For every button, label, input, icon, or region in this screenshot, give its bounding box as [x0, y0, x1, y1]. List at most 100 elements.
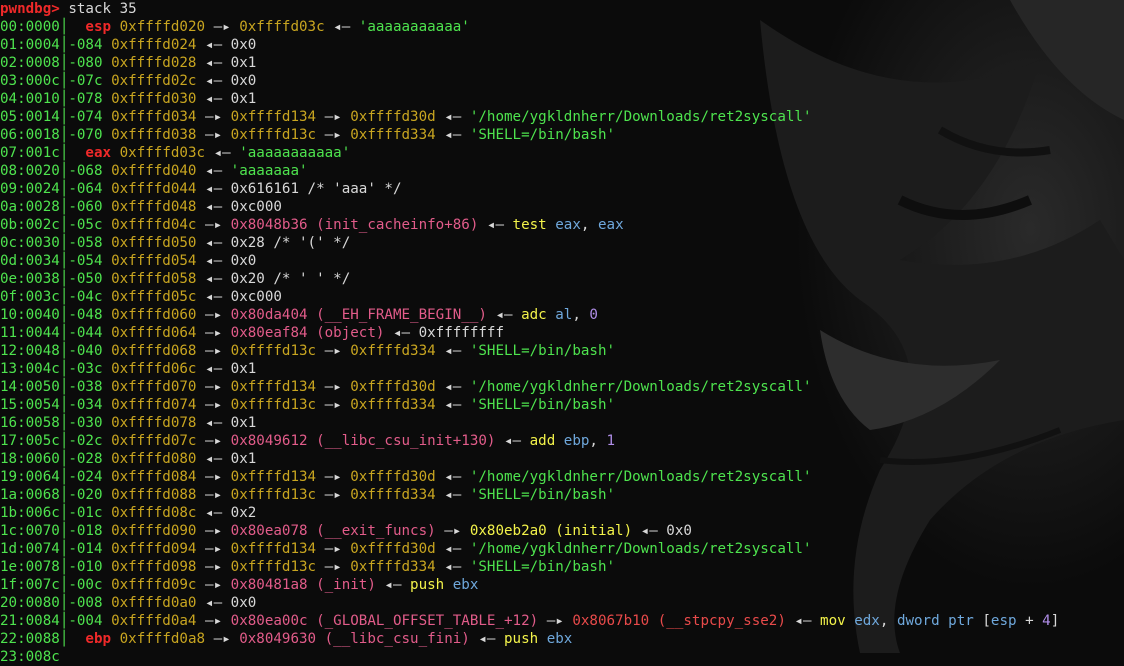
row-index: 12:0048 — [0, 343, 60, 359]
asm-token: add — [529, 433, 556, 449]
pointer-value: 0x1 — [230, 55, 257, 71]
terminal[interactable]: pwndbg> stack 35 00:0000│ esp 0xffffd020… — [0, 0, 1124, 666]
pointer-value: 0xc000 — [230, 289, 282, 305]
stack-row: 18:0060│-028 0xffffd080 ◂— 0x1 — [0, 450, 1124, 468]
stack-address: 0xffffd0a8 — [119, 631, 206, 647]
stack-row: 1f:007c│-00c 0xffffd09c —▸ 0x80481a8 (_i… — [0, 576, 1124, 594]
deref-arrow-right: —▸ — [316, 469, 351, 485]
deref-arrow-right: —▸ — [196, 397, 231, 413]
stack-row: 10:0040│-048 0xffffd060 —▸ 0x80da404 (__… — [0, 306, 1124, 324]
pointer-value: 0x1 — [230, 415, 257, 431]
row-index: 0c:0030 — [0, 235, 60, 251]
deref-arrow-right: —▸ — [316, 343, 351, 359]
stack-listing: 00:0000│ esp 0xffffd020 —▸ 0xffffd03c ◂—… — [0, 18, 1124, 648]
pointer-value: 'aaaaaaa' — [230, 163, 308, 179]
stack-address: 0xffffd038 — [111, 127, 197, 143]
pointer-value: 0x0 — [230, 37, 257, 53]
row-index: 1e:0078 — [0, 559, 60, 575]
stack-address: 0xffffd068 — [111, 343, 197, 359]
pointer-value: 0x0 — [230, 73, 257, 89]
deref-arrow-right: —▸ — [196, 559, 231, 575]
stack-row: 06:0018│-070 0xffffd038 —▸ 0xffffd13c —▸… — [0, 126, 1124, 144]
pointer-value: 0x8067b10 (__stpcpy_sse2) — [572, 613, 786, 629]
pointer-value: 0x8049612 (__libc_csu_init+130) — [230, 433, 496, 449]
stack-row: 07:001c│ eax 0xffffd03c ◂— 'aaaaaaaaaaa' — [0, 144, 1124, 162]
value-arrow-left: ◂— — [435, 109, 470, 125]
pointer-value: 'aaaaaaaaaaa' — [239, 145, 351, 161]
frame-offset: -010 — [68, 559, 103, 575]
value-arrow-left: ◂— — [196, 181, 231, 197]
pointer-value: 0x8048b36 (init_cacheinfo+86) — [230, 217, 479, 233]
stack-address: 0xffffd0a4 — [111, 613, 197, 629]
stack-address: 0xffffd060 — [111, 307, 197, 323]
pointer-value: 0xffffd134 — [230, 469, 317, 485]
frame-offset: -00c — [68, 577, 103, 593]
stack-row: 1d:0074│-014 0xffffd094 —▸ 0xffffd134 —▸… — [0, 540, 1124, 558]
frame-offset: -048 — [68, 307, 103, 323]
stack-row: 21:0084│-004 0xffffd0a4 —▸ 0x80ea00c (_G… — [0, 612, 1124, 630]
value-arrow-left: ◂— — [196, 289, 231, 305]
stack-address: 0xffffd044 — [111, 181, 197, 197]
value-arrow-left: ◂— — [469, 631, 504, 647]
stack-row: 12:0048│-040 0xffffd068 —▸ 0xffffd13c —▸… — [0, 342, 1124, 360]
stack-address: 0xffffd040 — [111, 163, 197, 179]
stack-address: 0xffffd084 — [111, 469, 197, 485]
stack-row: 20:0080│-008 0xffffd0a0 ◂— 0x0 — [0, 594, 1124, 612]
asm-token: eax — [597, 217, 624, 233]
asm-token: eax — [546, 217, 581, 233]
register-label: eax — [68, 145, 112, 161]
pointer-value: 0x1 — [230, 451, 257, 467]
value-arrow-left: ◂— — [196, 91, 231, 107]
value-arrow-left: ◂— — [196, 451, 231, 467]
row-index: 1a:0068 — [0, 487, 60, 503]
stack-row: 01:0004│-084 0xffffd024 ◂— 0x0 — [0, 36, 1124, 54]
pointer-value: 0x20 /* ' ' */ — [230, 271, 351, 287]
stack-address: 0xffffd070 — [111, 379, 197, 395]
stack-row: 04:0010│-078 0xffffd030 ◂— 0x1 — [0, 90, 1124, 108]
pointer-value: 'SHELL=/bin/bash' — [469, 397, 616, 413]
deref-arrow-right: —▸ — [196, 613, 231, 629]
partial-line: 23:008c — [0, 648, 1124, 666]
row-index: 0f:003c — [0, 289, 60, 305]
stack-row: 13:004c│-03c 0xffffd06c ◂— 0x1 — [0, 360, 1124, 378]
deref-arrow-right: —▸ — [196, 217, 231, 233]
value-arrow-left: ◂— — [435, 559, 470, 575]
pointer-value: 0x2 — [230, 505, 257, 521]
asm-token: , — [879, 613, 897, 629]
deref-arrow-right: —▸ — [196, 325, 231, 341]
stack-row: 0e:0038│-050 0xffffd058 ◂— 0x20 /* ' ' *… — [0, 270, 1124, 288]
pointer-value: 0x80da404 (__EH_FRAME_BEGIN__) — [230, 307, 487, 323]
frame-offset: -018 — [68, 523, 103, 539]
value-arrow-left: ◂— — [196, 361, 231, 377]
pointer-value: 0xffffd30d — [350, 379, 436, 395]
stack-address: 0xffffd074 — [111, 397, 197, 413]
frame-offset: -068 — [68, 163, 103, 179]
line-index: 23:008c — [0, 649, 60, 665]
value-arrow-left: ◂— — [196, 55, 231, 71]
pointer-value: 0x8049630 (__libc_csu_fini) — [239, 631, 470, 647]
stack-row: 0f:003c│-04c 0xffffd05c ◂— 0xc000 — [0, 288, 1124, 306]
value-arrow-left: ◂— — [196, 73, 231, 89]
stack-row: 05:0014│-074 0xffffd034 —▸ 0xffffd134 —▸… — [0, 108, 1124, 126]
pointer-value: 0xffffd13c — [230, 343, 317, 359]
pointer-value: 0x80ea078 (__exit_funcs) — [230, 523, 436, 539]
stack-address: 0xffffd08c — [111, 505, 197, 521]
asm-token: ebx — [538, 631, 573, 647]
pointer-value: 'SHELL=/bin/bash' — [469, 343, 616, 359]
asm-token: adc — [521, 307, 547, 323]
frame-offset: -04c — [68, 289, 103, 305]
pointer-value: 0xffffd13c — [230, 127, 317, 143]
asm-token: , — [572, 307, 590, 323]
value-arrow-left: ◂— — [196, 595, 231, 611]
value-arrow-left: ◂— — [384, 325, 419, 341]
value-arrow-left: ◂— — [205, 145, 240, 161]
deref-arrow-right: —▸ — [316, 127, 351, 143]
frame-offset: -064 — [68, 181, 103, 197]
pointer-value: 0xffffffff — [418, 325, 504, 341]
frame-offset: -054 — [68, 253, 103, 269]
stack-address: 0xffffd094 — [111, 541, 197, 557]
frame-offset: -07c — [68, 73, 103, 89]
deref-arrow-right: —▸ — [196, 307, 231, 323]
frame-offset: -028 — [68, 451, 103, 467]
stack-address: 0xffffd058 — [111, 271, 197, 287]
